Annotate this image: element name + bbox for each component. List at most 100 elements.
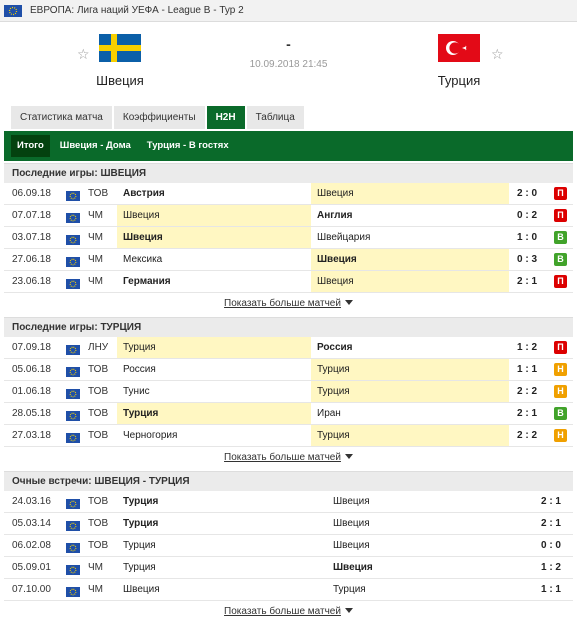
competition-code: ТОВ	[88, 408, 109, 419]
home-team-cell: Швеция	[117, 227, 311, 248]
match-date: 05.06.18	[12, 364, 51, 375]
match-row[interactable]: 06.02.08 ТОВ Турция Швеция 0 : 0	[4, 535, 573, 557]
result-badge: П	[554, 209, 567, 222]
result-badge: Н	[554, 363, 567, 376]
competition-flag-icon	[66, 386, 80, 399]
competition-flag-icon	[66, 342, 80, 355]
match-date: 01.06.18	[12, 386, 51, 397]
show-more-matches[interactable]: Показать больше матчей	[4, 447, 573, 469]
result-badge: В	[554, 407, 567, 420]
home-team-cell: Россия	[123, 364, 156, 375]
result-badge: Н	[554, 429, 567, 442]
match-row[interactable]: 07.07.18 ЧМ Швеция Англия 0 : 2П	[4, 205, 573, 227]
competition-code: ТОВ	[88, 364, 109, 375]
competition-flag-icon	[66, 540, 80, 553]
show-more-link[interactable]: Показать больше матчей	[224, 452, 341, 463]
away-team-cell: Швеция	[333, 562, 373, 573]
home-team-cell: Турция	[117, 403, 311, 424]
home-team-cell: Тунис	[123, 386, 150, 397]
subtab-overall[interactable]: Итого	[11, 135, 50, 157]
match-row[interactable]: 05.06.18 ТОВ Россия Турция 1 : 1Н	[4, 359, 573, 381]
away-team-cell: Турция	[333, 584, 366, 595]
match-row[interactable]: 03.07.18 ЧМ Швеция Швейцария 1 : 0В	[4, 227, 573, 249]
h2h-subnav: Итого Швеция - Дома Турция - В гостях	[4, 131, 573, 161]
match-score: 2 : 1	[540, 518, 561, 529]
home-team-cell: Турция	[123, 540, 156, 551]
away-team-cell: Швеция	[311, 271, 509, 292]
match-date: 06.02.08	[12, 540, 51, 551]
competition-flag-icon	[66, 232, 80, 245]
match-date: 05.03.14	[12, 518, 51, 529]
match-row[interactable]: 28.05.18 ТОВ Турция Иран 2 : 1В	[4, 403, 573, 425]
competition-code: ЛНУ	[88, 342, 109, 353]
triangle-down-icon	[344, 454, 353, 459]
away-team-cell: Швейцария	[317, 232, 371, 243]
match-row[interactable]: 23.06.18 ЧМ Германия Швеция 2 : 1П	[4, 271, 573, 293]
competition-code: ЧМ	[88, 584, 103, 595]
home-team-cell: Германия	[123, 276, 171, 287]
tab-table[interactable]: Таблица	[246, 106, 304, 129]
match-row[interactable]: 24.03.16 ТОВ Турция Швеция 2 : 1	[4, 491, 573, 513]
away-team-cell: Швеция	[311, 249, 509, 270]
section-last-games-sweden: Последние игры: ШВЕЦИЯ 06.09.18 ТОВ Австрия…	[4, 163, 573, 315]
competition-code: ЧМ	[88, 562, 103, 573]
tab-odds[interactable]: Коэффициенты	[113, 106, 205, 129]
show-more-matches[interactable]: Показать больше матчей	[4, 293, 573, 315]
match-date: 27.06.18	[12, 254, 51, 265]
triangle-down-icon	[344, 608, 353, 613]
section-title: Очные встречи: ШВЕЦИЯ - ТУРЦИЯ	[4, 471, 573, 491]
section-head-to-head: Очные встречи: ШВЕЦИЯ - ТУРЦИЯ 24.03.16 ТО…	[4, 471, 573, 621]
match-row[interactable]: 07.09.18 ЛНУ Турция Россия 1 : 2П	[4, 337, 573, 359]
away-team-name[interactable]: Турция	[409, 73, 509, 88]
home-team-cell: Турция	[123, 496, 159, 507]
away-team-cell: Швеция	[333, 496, 370, 507]
match-date: 23.06.18	[12, 276, 51, 287]
match-date: 07.09.18	[12, 342, 51, 353]
away-team-cell: Англия	[317, 210, 353, 221]
competition-flag-icon	[66, 408, 80, 421]
match-row[interactable]: 05.03.14 ТОВ Турция Швеция 2 : 1	[4, 513, 573, 535]
europe-flag-icon	[4, 4, 22, 17]
show-more-link[interactable]: Показать больше матчей	[224, 298, 341, 309]
match-score: 1 : 2	[540, 562, 561, 573]
triangle-down-icon	[344, 300, 353, 305]
result-badge: Н	[554, 385, 567, 398]
match-row[interactable]: 05.09.01 ЧМ Турция Швеция 1 : 2	[4, 557, 573, 579]
match-score: 1 : 1	[540, 584, 561, 595]
home-team-cell: Мексика	[123, 254, 163, 265]
show-more-matches[interactable]: Показать больше матчей	[4, 601, 573, 621]
match-date: 07.10.00	[12, 584, 51, 595]
away-team-cell: Турция	[311, 359, 509, 380]
match-row[interactable]: 06.09.18 ТОВ Австрия Швеция 2 : 0П	[4, 183, 573, 205]
competition-flag-icon	[66, 584, 80, 597]
competition-flag-icon	[66, 518, 80, 531]
match-date: 27.03.18	[12, 430, 51, 441]
subtab-home[interactable]: Швеция - Дома	[54, 135, 137, 157]
show-more-link[interactable]: Показать больше матчей	[224, 606, 341, 617]
tab-match-stats[interactable]: Статистика матча	[11, 106, 112, 129]
match-date: 03.07.18	[12, 232, 51, 243]
match-date: 24.03.16	[12, 496, 51, 507]
home-team-cell: Швеция	[117, 205, 311, 226]
home-team-cell: Турция	[123, 518, 159, 529]
match-row[interactable]: 01.06.18 ТОВ Тунис Турция 2 : 2Н	[4, 381, 573, 403]
league-title[interactable]: ЕВРОПА: Лига наций УЕФА - League B - Тур…	[30, 5, 244, 16]
tab-h2h[interactable]: H2H	[206, 106, 245, 129]
competition-flag-icon	[66, 562, 80, 575]
competition-code: ТОВ	[88, 496, 109, 507]
away-team-cell: Швеция	[311, 183, 509, 204]
competition-flag-icon	[66, 430, 80, 443]
result-badge: П	[554, 187, 567, 200]
competition-code: ЧМ	[88, 254, 103, 265]
home-team-name[interactable]: Швеция	[70, 73, 170, 88]
match-row[interactable]: 07.10.00 ЧМ Швеция Турция 1 : 1	[4, 579, 573, 601]
competition-code: ТОВ	[88, 518, 109, 529]
favorite-away-star-icon[interactable]: ☆	[491, 46, 504, 63]
match-row[interactable]: 27.06.18 ЧМ Мексика Швеция 0 : 3В	[4, 249, 573, 271]
subtab-away[interactable]: Турция - В гостях	[141, 135, 235, 157]
competition-flag-icon	[66, 188, 80, 201]
home-team-cell: Турция	[117, 337, 311, 358]
match-row[interactable]: 27.03.18 ТОВ Черногория Турция 2 : 2Н	[4, 425, 573, 447]
away-team-cell: Россия	[317, 342, 353, 353]
result-badge: В	[554, 253, 567, 266]
